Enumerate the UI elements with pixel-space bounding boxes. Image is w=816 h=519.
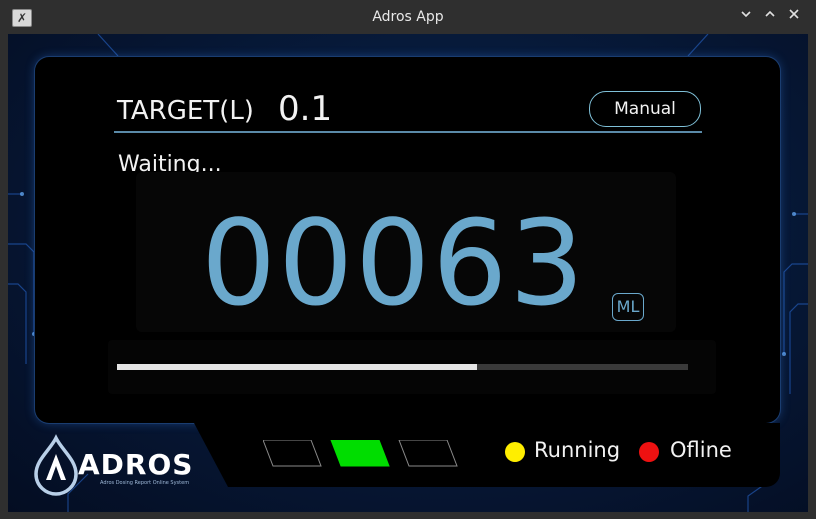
close-icon [789, 9, 799, 19]
step-indicator-1 [263, 440, 322, 467]
logo-wordmark: ADROS [78, 448, 194, 481]
running-label: Running [534, 438, 621, 462]
volume-counter: 00063 [201, 194, 587, 332]
chevron-up-icon [765, 10, 775, 17]
offline-indicator-dot [639, 442, 659, 462]
window-title: Adros App [372, 9, 444, 25]
unit-badge: ML [612, 293, 644, 321]
progress-bar [117, 364, 688, 370]
chevron-down-icon [741, 11, 751, 18]
target-value: 0.1 [278, 89, 333, 129]
logo-tagline: Adros Dosing Report Online System [100, 480, 190, 486]
maximize-button[interactable] [761, 8, 779, 26]
offline-label: Ofline [670, 438, 732, 462]
minimize-button[interactable] [737, 8, 755, 26]
step-indicators [263, 440, 458, 467]
logo-a-icon [46, 454, 66, 480]
progress-fill [117, 364, 477, 370]
title-bar: ✗ Adros App [0, 0, 816, 34]
manual-button[interactable]: Manual [589, 91, 701, 127]
step-indicator-3 [398, 440, 458, 467]
running-indicator-dot [505, 442, 525, 462]
target-label: TARGET(L) [117, 96, 254, 126]
app-window: ✗ Adros App TARGET(L) 0.1 Manual Waiting… [0, 0, 816, 519]
close-button[interactable] [785, 8, 803, 26]
step-indicator-2 [330, 440, 390, 467]
header-divider [114, 131, 702, 133]
